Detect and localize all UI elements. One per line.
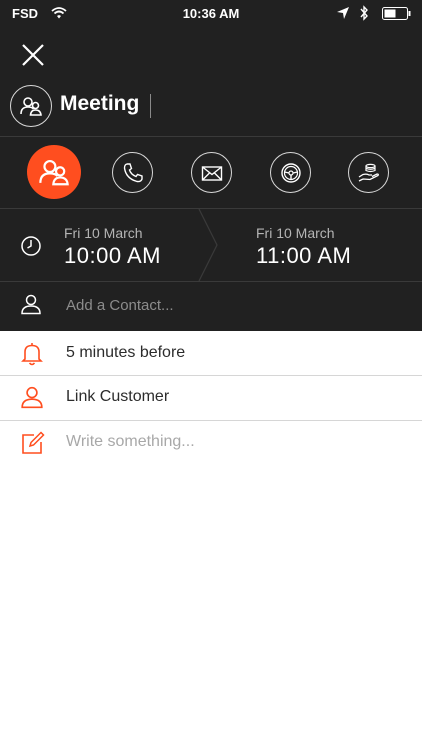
end-datetime[interactable]: Fri 10 March 11:00 AM bbox=[256, 225, 351, 269]
end-time: 11:00 AM bbox=[256, 243, 352, 268]
battery-icon bbox=[382, 7, 412, 23]
note-input[interactable]: Write something... bbox=[66, 433, 195, 451]
text-cursor bbox=[150, 94, 151, 118]
meeting-type-button[interactable] bbox=[27, 145, 81, 199]
event-editor-header: FSD 10:36 AM Meeting Fri 10 March 10:00 … bbox=[0, 0, 422, 331]
add-contact-input[interactable]: Add a Contact... bbox=[66, 297, 174, 314]
edit-icon bbox=[20, 430, 46, 461]
meeting-icon bbox=[20, 97, 42, 116]
location-icon bbox=[336, 6, 350, 23]
steering-wheel-icon bbox=[281, 163, 301, 183]
mail-icon bbox=[201, 166, 223, 181]
reminder-label: 5 minutes before bbox=[66, 344, 186, 361]
chevron-right-icon bbox=[197, 208, 221, 286]
time-range-row: Fri 10 March 10:00 AM Fri 10 March 11:00… bbox=[0, 208, 422, 282]
payment-type-button[interactable] bbox=[348, 152, 389, 193]
reminder-row[interactable]: 5 minutes before bbox=[0, 332, 422, 376]
note-row[interactable]: Write something... bbox=[0, 421, 422, 465]
event-type-selector bbox=[0, 137, 422, 208]
person-icon bbox=[20, 293, 42, 320]
start-datetime[interactable]: Fri 10 March 10:00 AM bbox=[64, 225, 161, 269]
call-type-button[interactable] bbox=[112, 152, 153, 193]
bell-icon bbox=[20, 341, 44, 372]
event-title-input[interactable]: Meeting bbox=[60, 92, 139, 116]
close-button[interactable] bbox=[18, 40, 48, 70]
person-icon bbox=[20, 385, 44, 414]
link-customer-label: Link Customer bbox=[66, 388, 170, 405]
drive-type-button[interactable] bbox=[270, 152, 311, 193]
start-time: 10:00 AM bbox=[64, 243, 161, 268]
clock-icon bbox=[20, 235, 42, 262]
link-customer-row[interactable]: Link Customer bbox=[0, 376, 422, 420]
add-contact-row[interactable]: Add a Contact... bbox=[0, 282, 422, 331]
start-date: Fri 10 March bbox=[64, 225, 143, 241]
title-row: Meeting bbox=[0, 80, 422, 136]
end-date: Fri 10 March bbox=[256, 225, 335, 241]
coins-hand-icon bbox=[358, 163, 379, 182]
email-type-button[interactable] bbox=[191, 152, 232, 193]
phone-icon bbox=[123, 163, 143, 183]
close-icon bbox=[22, 44, 44, 66]
meeting-type-avatar bbox=[10, 85, 52, 127]
status-bar: FSD 10:36 AM bbox=[0, 0, 422, 28]
meeting-icon bbox=[39, 160, 69, 186]
bluetooth-icon bbox=[359, 5, 369, 24]
